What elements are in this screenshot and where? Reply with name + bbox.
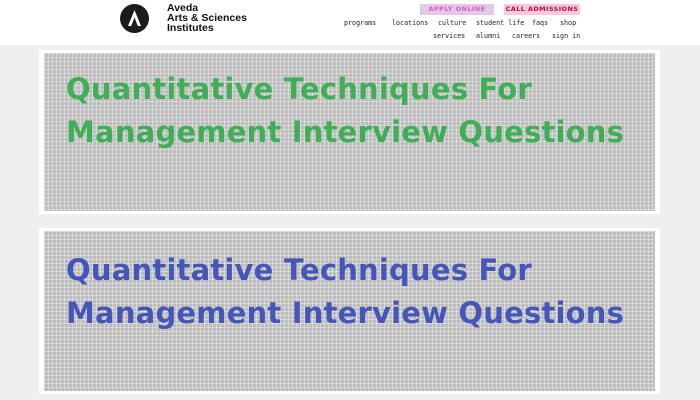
article-banner-image: Quantitative Techniques For Management I… [44,53,655,211]
apply-online-button[interactable]: APPLY ONLINE [420,4,494,15]
nav-item-shop[interactable]: shop [560,18,576,28]
nav-item-services[interactable]: services [433,31,465,41]
secondary-nav: services alumni careers sign in [0,31,700,41]
primary-nav: programs locations culture student life … [0,18,700,28]
article-banner-image: Quantitative Techniques For Management I… [44,231,655,391]
nav-item-programs[interactable]: programs [344,18,376,28]
nav-item-culture[interactable]: culture [438,18,466,28]
article-title: Quantitative Techniques For Management I… [66,253,625,330]
nav-item-faqs[interactable]: faqs [532,18,548,28]
article-card[interactable]: Quantitative Techniques For Management I… [39,50,660,214]
call-admissions-button[interactable]: CALL ADMISSIONS [504,4,580,15]
nav-item-student-life[interactable]: student life [476,18,524,28]
nav-item-alumni[interactable]: alumni [476,31,500,41]
article-card[interactable]: Quantitative Techniques For Management I… [39,228,660,394]
nav-item-careers[interactable]: careers [512,31,540,41]
article-title: Quantitative Techniques For Management I… [66,72,625,149]
nav-item-locations[interactable]: locations [392,18,428,28]
site-header: Aveda Arts & Sciences Institutes APPLY O… [0,0,700,45]
nav-item-sign-in[interactable]: sign in [552,31,580,41]
